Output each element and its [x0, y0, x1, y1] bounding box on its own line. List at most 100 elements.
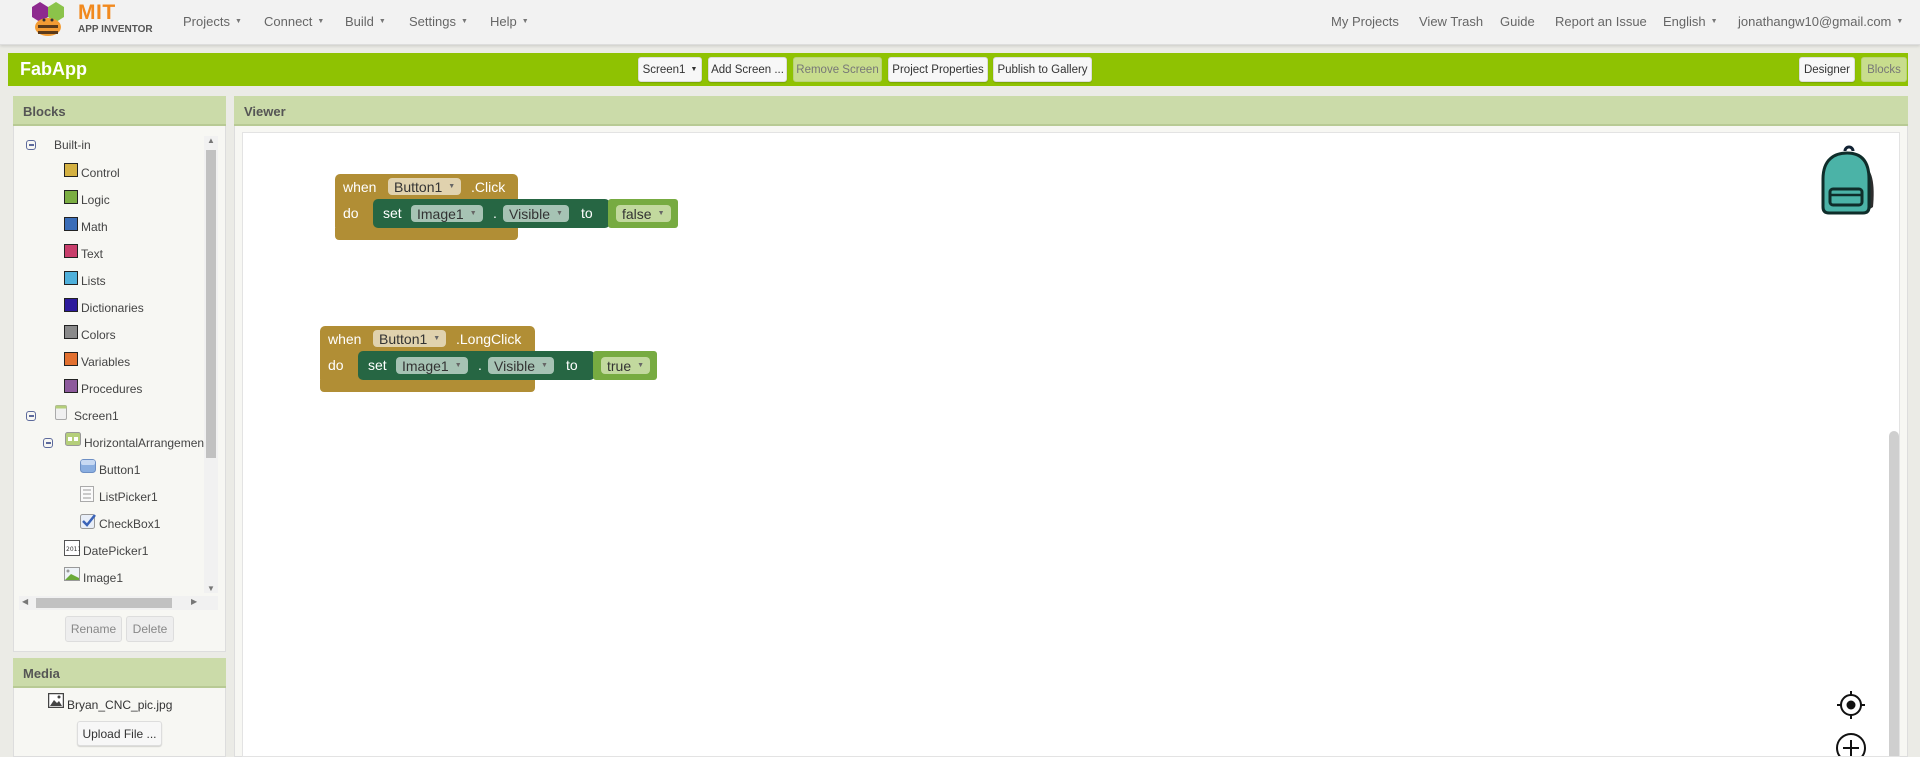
menu-help[interactable]: Help ▼: [490, 14, 529, 29]
project-properties-button[interactable]: Project Properties: [888, 57, 988, 82]
boolean-dropdown[interactable]: false ▼: [616, 205, 671, 222]
menu-label: Help: [490, 14, 517, 29]
remove-screen-button[interactable]: Remove Screen: [793, 57, 882, 82]
language-menu[interactable]: English ▼: [1663, 14, 1718, 29]
property-dropdown[interactable]: Visible ▼: [488, 357, 554, 374]
tree-label: Control: [81, 166, 120, 180]
scroll-down-icon[interactable]: ▼: [207, 584, 215, 593]
boolean-dropdown[interactable]: true ▼: [601, 357, 651, 374]
blocks-button[interactable]: Blocks: [1861, 57, 1907, 82]
builtin-math[interactable]: Math: [64, 217, 108, 237]
caret-down-icon: ▼: [556, 210, 563, 217]
builtin-dictionaries[interactable]: Dictionaries: [64, 298, 144, 318]
scroll-up-icon[interactable]: ▲: [207, 136, 215, 145]
link-guide[interactable]: Guide: [1500, 14, 1535, 29]
add-screen-button[interactable]: Add Screen ...: [708, 57, 787, 82]
tree-image1[interactable]: Image1: [64, 567, 123, 588]
tree-horizontal-arrangement[interactable]: HorizontalArrangemen: [43, 432, 205, 453]
math-swatch-icon: [64, 217, 78, 231]
scroll-right-icon[interactable]: ▶: [191, 597, 197, 606]
scrollbar-thumb[interactable]: [36, 598, 172, 608]
tree-datepicker1[interactable]: 2011 DatePicker1: [64, 540, 148, 561]
tree-label: HorizontalArrangemen: [84, 436, 205, 450]
workspace-vertical-scrollbar[interactable]: [1889, 431, 1899, 756]
recenter-icon[interactable]: [1834, 688, 1868, 722]
link-view-trash[interactable]: View Trash: [1419, 14, 1483, 29]
menu-settings[interactable]: Settings ▼: [409, 14, 468, 29]
builtin-control[interactable]: Control: [64, 163, 120, 183]
dropdown-value: Button1: [394, 178, 443, 195]
dropdown-value: Image1: [417, 205, 464, 222]
top-navbar: MIT APP INVENTOR Projects ▼ Connect ▼ Buil…: [0, 0, 1920, 45]
builtin-colors[interactable]: Colors: [64, 325, 116, 345]
target-dropdown[interactable]: Image1 ▼: [411, 205, 483, 222]
designer-button[interactable]: Designer: [1799, 57, 1855, 82]
listpicker-icon: [80, 486, 96, 502]
colors-swatch-icon: [64, 325, 78, 339]
event-block-button1-longclick[interactable]: when do Button1 ▼ .LongClick set Image1 ▼ …: [320, 326, 665, 392]
collapse-icon[interactable]: [43, 438, 53, 448]
menu-label: Projects: [183, 14, 230, 29]
caret-down-icon: ▼: [317, 18, 325, 25]
do-keyword: do: [343, 205, 359, 221]
image-file-icon: [47, 692, 65, 711]
tree-screen1[interactable]: Screen1: [26, 405, 119, 426]
event-block-button1-click[interactable]: when do Button1 ▼ .Click set Image1 ▼ . Vi…: [335, 174, 680, 240]
publish-gallery-button[interactable]: Publish to Gallery: [993, 57, 1092, 82]
tree-button1[interactable]: Button1: [80, 459, 140, 480]
project-title: FabApp: [20, 59, 87, 79]
menu-projects[interactable]: Projects ▼: [183, 14, 242, 29]
builtin-lists[interactable]: Lists: [64, 271, 106, 291]
menu-build[interactable]: Build ▼: [345, 14, 386, 29]
menu-connect[interactable]: Connect ▼: [264, 14, 324, 29]
dropdown-value: false: [622, 205, 652, 222]
target-dropdown[interactable]: Image1 ▼: [396, 357, 468, 374]
collapse-icon[interactable]: [26, 140, 36, 150]
blocks-tree-horizontal-scrollbar[interactable]: ◀ ▶: [19, 596, 218, 610]
logo-mit-text: MIT: [78, 1, 116, 24]
rename-button[interactable]: Rename: [65, 616, 122, 642]
link-my-projects[interactable]: My Projects: [1331, 14, 1399, 29]
tree-listpicker1[interactable]: ListPicker1: [80, 486, 158, 507]
upload-file-button[interactable]: Upload File ...: [77, 721, 162, 746]
builtin-procedures[interactable]: Procedures: [64, 379, 142, 399]
delete-button[interactable]: Delete: [126, 616, 174, 642]
event-block-footer: [335, 228, 518, 240]
media-file-name: Bryan_CNC_pic.jpg: [67, 698, 173, 712]
tree-label: Variables: [81, 355, 131, 369]
app-inventor-logo[interactable]: MIT APP INVENTOR: [26, 1, 156, 41]
blocks-tree-vertical-scrollbar[interactable]: ▲ ▼: [204, 136, 218, 593]
property-dropdown[interactable]: Visible ▼: [503, 205, 569, 222]
zoom-in-icon[interactable]: [1834, 731, 1868, 757]
component-dropdown[interactable]: Button1 ▼: [388, 178, 462, 195]
link-report-issue[interactable]: Report an Issue: [1555, 14, 1647, 29]
builtin-text[interactable]: Text: [64, 244, 103, 264]
tree-checkbox1[interactable]: CheckBox1: [80, 514, 160, 534]
set-property-block[interactable]: set Image1 ▼ . Visible ▼ to: [358, 351, 595, 380]
media-file-item[interactable]: Bryan_CNC_pic.jpg: [47, 692, 173, 712]
tree-label: Logic: [81, 193, 110, 207]
scroll-left-icon[interactable]: ◀: [22, 597, 28, 606]
collapse-icon[interactable]: [26, 411, 36, 421]
builtin-logic[interactable]: Logic: [64, 190, 110, 210]
builtin-variables[interactable]: Variables: [64, 352, 130, 372]
component-dropdown[interactable]: Button1 ▼: [373, 330, 447, 347]
dropdown-value: true: [607, 357, 632, 374]
tree-label: Lists: [81, 274, 106, 288]
caret-down-icon: ▼: [690, 66, 698, 73]
backpack-icon[interactable]: [1811, 145, 1881, 217]
variables-swatch-icon: [64, 352, 78, 366]
svg-text:2011: 2011: [66, 546, 80, 553]
tree-builtin[interactable]: Built-in: [26, 135, 91, 155]
boolean-block[interactable]: true ▼: [593, 351, 657, 380]
screen-select-button[interactable]: Screen1 ▼: [638, 57, 702, 82]
account-menu[interactable]: jonathangw10@gmail.com ▼: [1738, 14, 1903, 29]
set-property-block[interactable]: set Image1 ▼ . Visible ▼ to: [373, 199, 610, 228]
tree-label: Dictionaries: [81, 301, 144, 315]
account-label: jonathangw10@gmail.com: [1738, 14, 1892, 29]
caret-down-icon: ▼: [448, 183, 456, 190]
blocks-workspace[interactable]: when do Button1 ▼ .Click set Image1 ▼ . Vi…: [242, 132, 1900, 757]
scrollbar-thumb[interactable]: [206, 150, 216, 458]
boolean-block[interactable]: false ▼: [608, 199, 678, 228]
to-keyword: to: [581, 205, 593, 221]
